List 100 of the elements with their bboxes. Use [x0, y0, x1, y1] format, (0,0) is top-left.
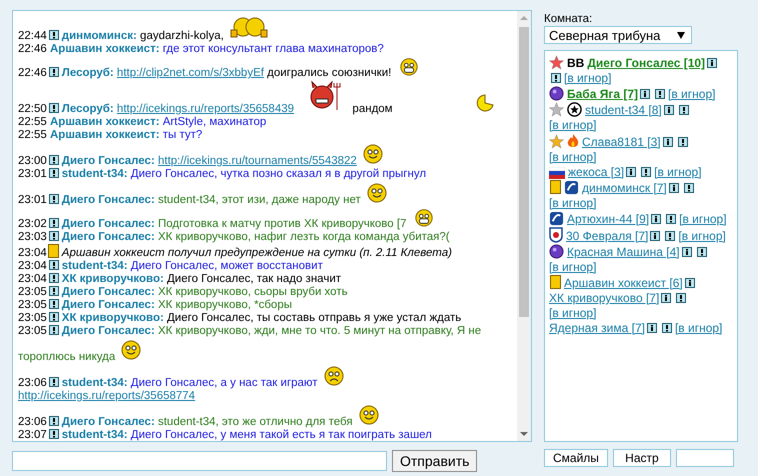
info-icon[interactable]: [664, 105, 674, 115]
private-message-icon[interactable]: [48, 273, 59, 283]
private-message-icon[interactable]: [676, 293, 686, 303]
ignore-link[interactable]: [в игнор]: [678, 229, 726, 243]
scrollbar-thumb[interactable]: [519, 27, 529, 317]
message-author[interactable]: Диего Гонсалес:: [62, 286, 155, 298]
message-author[interactable]: Диего Гонсалес:: [62, 194, 155, 206]
info-icon[interactable]: [662, 137, 673, 147]
message-text: Диего Гонсалес, может восстановит: [130, 260, 323, 272]
panel-button[interactable]: Настр: [612, 449, 671, 467]
message-author[interactable]: student-t34:: [62, 260, 128, 272]
user-name-link[interactable]: Красная Машина [4]: [567, 245, 680, 259]
ignore-link[interactable]: [в игнор]: [549, 260, 596, 274]
private-message-icon[interactable]: [48, 429, 59, 439]
message-author[interactable]: Диего Гонсалес:: [62, 325, 155, 337]
user-name-link[interactable]: Слава8181 [3]: [582, 135, 661, 149]
private-message-icon[interactable]: [48, 312, 59, 322]
message-author[interactable]: динмоминск:: [62, 30, 137, 42]
private-message-icon[interactable]: [666, 214, 676, 224]
private-message-icon[interactable]: [641, 167, 652, 177]
message-text: ХК криворучково, сьоры вруби хоть: [158, 286, 348, 298]
private-message-icon[interactable]: [48, 103, 59, 113]
message-author[interactable]: Диего Гонсалес:: [62, 155, 155, 167]
message-author[interactable]: ХК криворучково:: [62, 273, 164, 285]
ignore-link[interactable]: [в игнор]: [564, 71, 612, 85]
private-message-icon[interactable]: [48, 168, 59, 178]
info-icon[interactable]: [661, 293, 672, 303]
message-author[interactable]: Диего Гонсалес:: [62, 416, 155, 428]
message-author[interactable]: student-t34:: [62, 377, 128, 389]
private-message-icon[interactable]: [48, 260, 59, 270]
user-name-link[interactable]: Баба Яга [7]: [567, 87, 638, 101]
message-author[interactable]: ХК криворучково:: [62, 312, 164, 324]
info-icon[interactable]: [640, 89, 650, 99]
message-text: где этот консультант глава махинаторов?: [162, 43, 384, 55]
ignore-link[interactable]: [в игнор]: [674, 321, 722, 335]
scrollbar[interactable]: [517, 11, 531, 441]
message-author[interactable]: Лесоруб:: [62, 67, 114, 79]
message-text: ХК криворучково, жди, мне то что. 5 минут на отправку, Я не: [158, 325, 482, 337]
message-author[interactable]: Диего Гонсалес:: [62, 218, 155, 230]
info-icon[interactable]: [646, 323, 657, 333]
private-message-icon[interactable]: [696, 247, 707, 257]
private-message-icon[interactable]: [678, 137, 688, 147]
message-link[interactable]: http://icekings.ru/reports/35658439: [116, 103, 294, 115]
user-name-link[interactable]: Ядерная зима [7]: [549, 321, 645, 335]
info-icon[interactable]: [684, 278, 695, 288]
message-author[interactable]: Лесоруб:: [62, 103, 114, 115]
private-message-icon[interactable]: [665, 231, 676, 241]
private-message-icon[interactable]: [48, 286, 59, 296]
info-icon[interactable]: [707, 58, 718, 68]
private-message-icon[interactable]: [662, 323, 672, 333]
info-icon[interactable]: [650, 231, 660, 241]
private-message-icon[interactable]: [48, 67, 59, 77]
private-message-icon[interactable]: [678, 105, 689, 115]
message-author[interactable]: Аршавин хоккеист:: [50, 116, 160, 128]
private-message-icon[interactable]: [655, 89, 666, 99]
message-link[interactable]: http://icekings.ru/reports/35658774: [18, 390, 196, 402]
private-message-icon[interactable]: [48, 416, 59, 426]
info-icon[interactable]: [668, 183, 679, 193]
private-message-icon[interactable]: [684, 183, 694, 193]
private-message-icon[interactable]: [48, 218, 59, 228]
ignore-link[interactable]: [в игнор]: [549, 150, 596, 164]
message-author[interactable]: Диего Гонсалес:: [62, 299, 155, 311]
user-name-link[interactable]: Диего Гонсалес [10]: [587, 56, 706, 70]
ignore-link[interactable]: [в игнор]: [549, 118, 596, 132]
user-name-link[interactable]: жекоса [3]: [568, 165, 624, 179]
user-name-link[interactable]: 30 Февраля [7]: [566, 229, 648, 243]
ignore-link[interactable]: [в игнор]: [549, 306, 596, 320]
message-link[interactable]: http://icekings.ru/tournaments/5543822: [158, 155, 357, 167]
message-author[interactable]: student-t34:: [62, 429, 128, 441]
private-message-icon[interactable]: [48, 155, 59, 165]
message-author[interactable]: Аршавин хоккеист:: [50, 43, 160, 55]
warning-card-icon: [48, 244, 59, 258]
message-input[interactable]: [12, 451, 387, 471]
message-author[interactable]: Аршавин хоккеист:: [50, 129, 160, 141]
private-message-icon[interactable]: [48, 299, 59, 309]
private-message-icon[interactable]: [48, 377, 59, 387]
ignore-link[interactable]: [в игнор]: [668, 87, 716, 101]
room-select[interactable]: Северная трибуна: [544, 26, 692, 44]
ignore-link[interactable]: [в игнор]: [654, 165, 702, 179]
ignore-link[interactable]: [в игнор]: [549, 196, 596, 210]
info-icon[interactable]: [651, 214, 662, 224]
private-message-icon[interactable]: [551, 73, 561, 83]
user-name-link[interactable]: student-t34 [8]: [585, 103, 662, 117]
message-author[interactable]: Диего Гонсалес:: [62, 231, 155, 243]
user-name-link[interactable]: динмоминск [7]: [582, 181, 667, 195]
message-link[interactable]: http://clip2net.com/s/3xbbyEf: [116, 67, 264, 79]
user-name-link[interactable]: Аршавин хоккеист [6]: [564, 276, 683, 290]
private-message-icon[interactable]: [48, 30, 59, 40]
ignore-link[interactable]: [в игнор]: [679, 212, 727, 226]
private-message-icon[interactable]: [48, 231, 59, 241]
panel-button[interactable]: Смайлы: [544, 449, 608, 467]
user-name-link[interactable]: ХК криворучково [7]: [549, 291, 660, 305]
send-button[interactable]: Отправить: [392, 450, 478, 472]
user-name-link[interactable]: Артюхин-44 [9]: [567, 212, 650, 226]
message-author[interactable]: student-t34:: [62, 168, 128, 180]
info-icon[interactable]: [682, 247, 692, 257]
private-message-icon[interactable]: [48, 194, 59, 204]
message-text: ХК криворучково, *сборы: [158, 299, 292, 311]
info-icon[interactable]: [626, 167, 636, 177]
private-message-icon[interactable]: [48, 325, 59, 335]
